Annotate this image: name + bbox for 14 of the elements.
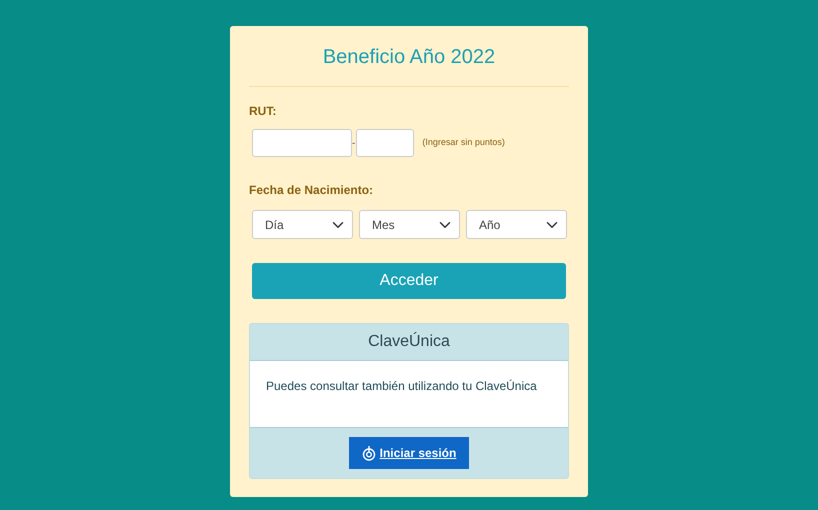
panel-header: ClaveÚnica xyxy=(368,331,450,352)
rut-label: RUT: xyxy=(249,103,276,120)
login-button[interactable]: Iniciar sesión xyxy=(349,437,469,469)
form-title: Beneficio Año 2022 xyxy=(322,46,496,68)
birth-date-label: Fecha de Nacimiento: xyxy=(249,182,374,199)
date-select[interactable]: Día xyxy=(252,210,353,239)
panel-text: Puedes consultar también utilizando tu ClaveÚnica xyxy=(266,378,537,395)
rut-check-digit-field[interactable] xyxy=(356,129,414,157)
rut-hint: (Ingresar sin puntos) xyxy=(422,136,505,150)
date-select[interactable]: Mes xyxy=(359,210,460,239)
power-icon xyxy=(362,445,376,461)
rut-separator: - xyxy=(352,136,356,150)
rut-number-field[interactable] xyxy=(252,129,352,157)
date-select[interactable]: Año xyxy=(466,210,567,239)
